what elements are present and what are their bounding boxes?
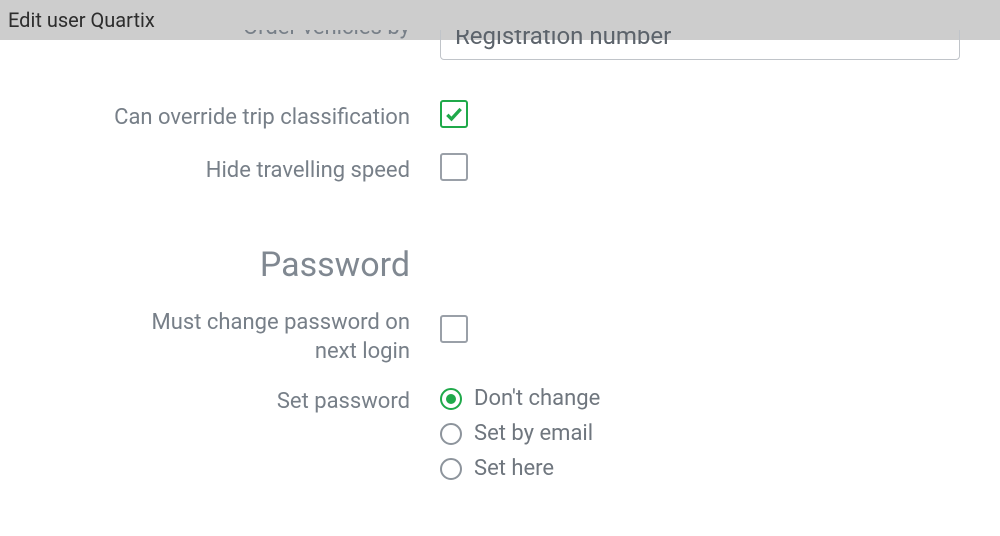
set-password-label: Set password [0,386,440,417]
order-vehicles-select[interactable]: Registration number [440,30,960,60]
radio-circle-icon [440,458,462,480]
order-vehicles-row: Order vehicles by Registration number [0,30,1000,70]
form-area: Order vehicles by Registration number Ca… [0,30,1000,481]
radio-set-by-email[interactable]: Set by email [440,421,600,446]
radio-set-here[interactable]: Set here [440,456,600,481]
radio-circle-icon [440,423,462,445]
password-heading: Password [0,245,440,285]
radio-dont-change[interactable]: Don't change [440,386,600,411]
check-icon [444,104,464,124]
hide-speed-checkbox[interactable] [440,153,468,181]
dialog-title: Edit user Quartix [8,8,155,32]
radio-circle-icon [440,388,462,410]
must-change-checkbox[interactable] [440,315,468,343]
override-trip-checkbox[interactable] [440,100,468,128]
hide-speed-row: Hide travelling speed [0,153,1000,186]
set-password-radio-group: Don't change Set by email Set here [440,386,600,481]
radio-label-dont-change: Don't change [474,386,600,411]
must-change-row: Must change password on next login [0,305,1000,366]
radio-label-set-here: Set here [474,456,554,481]
set-password-row: Set password Don't change Set by email S… [0,386,1000,481]
hide-speed-label: Hide travelling speed [0,153,440,186]
must-change-label: Must change password on next login [0,305,440,366]
override-trip-row: Can override trip classification [0,100,1000,133]
radio-label-set-by-email: Set by email [474,421,593,446]
order-vehicles-label: Order vehicles by [0,30,440,43]
override-trip-label: Can override trip classification [0,100,440,133]
radio-dot-icon [446,394,456,404]
order-vehicles-value: Registration number [455,30,671,50]
